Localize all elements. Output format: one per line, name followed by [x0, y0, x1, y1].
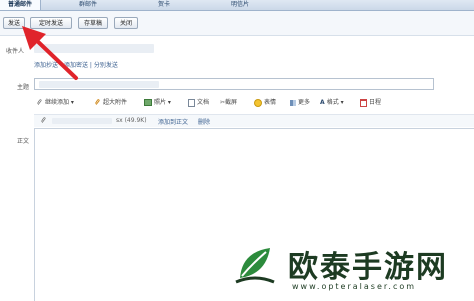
attachment-row: sx (49.9K) 添加到正文 删除: [34, 114, 474, 127]
photo-icon: [144, 99, 152, 106]
tab-normal-mail[interactable]: 普通邮件: [0, 0, 41, 10]
editor-toolbar: 继续添加 ▾ 超大附件 照片 ▾ 文档 ✂截屏 表情 更多 A 格式 ▾ 日程: [34, 97, 474, 109]
watermark: 欧泰手游网 www.opteralaser.com: [226, 236, 474, 300]
leaf-logo-icon: [229, 239, 281, 291]
chevron-down-icon: ▾: [69, 99, 74, 106]
tab-group-mail[interactable]: 群邮件: [60, 0, 116, 10]
more-label: 更多: [298, 99, 311, 106]
photo-button[interactable]: 照片 ▾: [144, 97, 171, 109]
brand-name: 欧泰手游网: [288, 250, 448, 285]
emoji-label: 表情: [264, 99, 277, 106]
screenshot-label: 截屏: [225, 99, 238, 106]
calendar-icon: [360, 98, 367, 107]
add-to-body-link[interactable]: 添加到正文: [158, 117, 188, 126]
calendar-button[interactable]: 日程: [360, 97, 381, 109]
screenshot-button[interactable]: ✂截屏: [220, 97, 237, 109]
close-button[interactable]: 关闭: [114, 17, 138, 29]
document-icon: [188, 98, 195, 107]
mail-type-tabs: 普通邮件 群邮件 贺卡 明信片: [0, 0, 474, 11]
attachment-paperclip-icon: [40, 117, 47, 126]
grid-icon: [290, 99, 296, 106]
brand-url: www.opteralaser.com: [292, 282, 417, 291]
calendar-label: 日程: [369, 99, 382, 106]
smiley-icon: [254, 98, 262, 107]
more-button[interactable]: 更多: [290, 97, 310, 109]
photo-label: 照片: [154, 99, 167, 106]
chevron-down-icon: ▾: [166, 99, 171, 106]
add-attachment-label: 继续添加: [45, 99, 70, 106]
attachment-size: sx (49.9K): [116, 117, 147, 124]
big-attachment-button[interactable]: 超大附件: [94, 97, 127, 109]
font-a-icon: A: [320, 99, 327, 106]
chevron-down-icon: ▾: [338, 99, 344, 106]
paperclip-icon: [36, 99, 43, 106]
tab-greeting-card[interactable]: 贺卡: [136, 0, 192, 10]
document-button[interactable]: 文档: [188, 97, 209, 109]
arrow-shaft: [30, 34, 78, 80]
emoji-button[interactable]: 表情: [254, 97, 276, 109]
tab-postcard[interactable]: 明信片: [212, 0, 268, 10]
delete-attachment-link[interactable]: 删除: [198, 117, 210, 126]
annotation-arrow: [22, 26, 78, 80]
format-label: 格式: [326, 99, 339, 106]
paperclip-big-icon: [94, 99, 101, 106]
body-label: 正文: [17, 138, 30, 145]
document-label: 文档: [197, 99, 210, 106]
format-button[interactable]: A 格式 ▾: [320, 97, 344, 109]
add-attachment-button[interactable]: 继续添加 ▾: [36, 97, 74, 109]
big-attachment-label: 超大附件: [103, 99, 128, 106]
attachment-filename: [52, 118, 112, 124]
